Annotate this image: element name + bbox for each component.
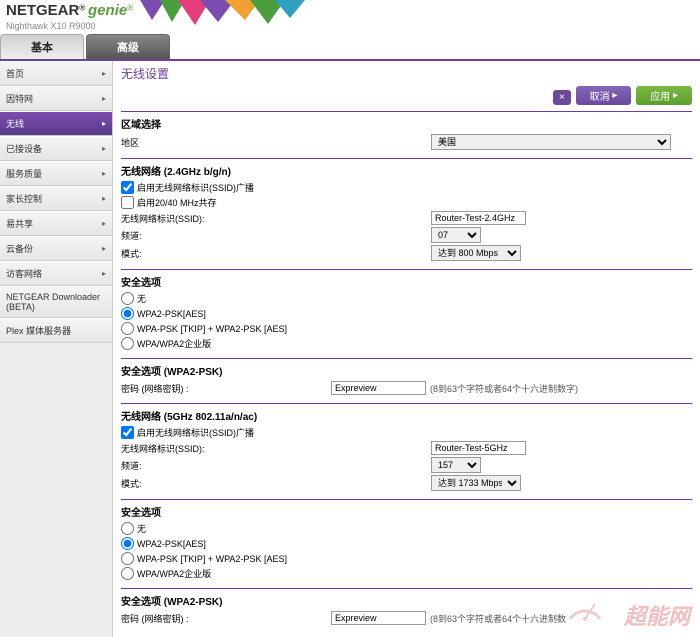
sidebar-item-backup[interactable]: 云备份▸ [0,236,112,261]
sec5-mixed-radio[interactable] [121,552,134,565]
password-24-section: 安全选项 (WPA2-PSK) 密码 (网络密钥) :(8到63个字符或者64个… [121,358,692,403]
ssid-broadcast-24-checkbox[interactable] [121,181,134,194]
chevron-right-icon: ▸ [102,119,106,128]
chevron-right-icon: ▸ [102,144,106,153]
page-title: 无线设置 [121,65,692,82]
sidebar-item-home[interactable]: 首页▸ [0,61,112,86]
password-5-section: 安全选项 (WPA2-PSK) 密码 (网络密钥) :(8到63个字符或者64个… [121,588,692,633]
brand-name: NETGEAR [6,2,79,19]
sidebar: 首页▸ 因特网▸ 无线▸ 已接设备▸ 服务质量▸ 家长控制▸ 易共享▸ 云备份▸… [0,61,113,637]
sec24-none-radio[interactable] [121,292,134,305]
tab-advanced[interactable]: 高级 [86,34,170,59]
wireless-24-title: 无线网络 (2.4GHz b/g/n) [121,163,692,178]
chevron-right-icon: ▸ [102,94,106,103]
sidebar-item-guest[interactable]: 访客网络▸ [0,261,112,286]
security-5-section: 安全选项 无 WPA2-PSK[AES] WPA-PSK [TKIP] + WP… [121,499,692,588]
apply-button[interactable]: 应用 ▸ [636,86,692,105]
chevron-right-icon: ▸ [102,244,106,253]
brand-product: genie [88,2,127,19]
chevron-right-icon: ▸ [102,169,106,178]
sec5-none-radio[interactable] [121,522,134,535]
chevron-right-icon: ▸ [102,219,106,228]
sidebar-item-wireless[interactable]: 无线▸ [0,111,112,136]
sec24-mixed-radio[interactable] [121,322,134,335]
content: 无线设置 × 取消 ▸ 应用 ▸ 区域选择 地区 美国 无线网络 (2.4GHz… [113,61,700,637]
password-5-input[interactable] [331,611,426,625]
main-tabs: 基本 高级 [0,34,700,61]
wireless-5-section: 无线网络 (5GHz 802.11a/n/ac) 启用无线网络标识(SSID)广… [121,403,692,499]
chevron-right-icon: ▸ [102,69,106,78]
ssid-24-input[interactable] [431,211,526,225]
coexist-2040-checkbox[interactable] [121,196,134,209]
region-select[interactable]: 美国 [431,134,671,150]
ssid-broadcast-5-checkbox[interactable] [121,426,134,439]
action-buttons: × 取消 ▸ 应用 ▸ [121,86,692,105]
mode-24-select[interactable]: 达到 800 Mbps [431,245,521,261]
region-title: 区域选择 [121,116,692,131]
region-section: 区域选择 地区 美国 [121,111,692,158]
channel-24-select[interactable]: 07 [431,227,481,243]
password-24-input[interactable] [331,381,426,395]
sidebar-item-parental[interactable]: 家长控制▸ [0,186,112,211]
sec5-wpa2aes-radio[interactable] [121,537,134,550]
sidebar-item-qos[interactable]: 服务质量▸ [0,161,112,186]
sidebar-item-internet[interactable]: 因特网▸ [0,86,112,111]
cancel-button[interactable]: 取消 ▸ [576,86,632,105]
sidebar-item-downloader[interactable]: NETGEAR Downloader (BETA) [0,286,112,318]
sec24-wpa2aes-radio[interactable] [121,307,134,320]
sec5-enterprise-radio[interactable] [121,567,134,580]
wireless-24-section: 无线网络 (2.4GHz b/g/n) 启用无线网络标识(SSID)广播 启用2… [121,158,692,269]
security-24-section: 安全选项 无 WPA2-PSK[AES] WPA-PSK [TKIP] + WP… [121,269,692,358]
sec24-enterprise-radio[interactable] [121,337,134,350]
region-label: 地区 [121,136,431,149]
channel-5-select[interactable]: 157 [431,457,481,473]
logo: NETGEAR® genie® [0,0,139,21]
tab-basic[interactable]: 基本 [0,34,84,59]
sidebar-item-attached[interactable]: 已接设备▸ [0,136,112,161]
close-button[interactable]: × [553,90,571,105]
mode-5-select[interactable]: 达到 1733 Mbps [431,475,521,491]
header: NETGEAR® genie® Nighthawk X10 R9000 [0,0,700,34]
decorative-triangles [140,0,360,31]
sidebar-item-plex[interactable]: Plex 媒体服务器 [0,318,112,343]
chevron-right-icon: ▸ [102,194,106,203]
ssid-5-input[interactable] [431,441,526,455]
sidebar-item-readyshare[interactable]: 易共享▸ [0,211,112,236]
chevron-right-icon: ▸ [102,269,106,278]
